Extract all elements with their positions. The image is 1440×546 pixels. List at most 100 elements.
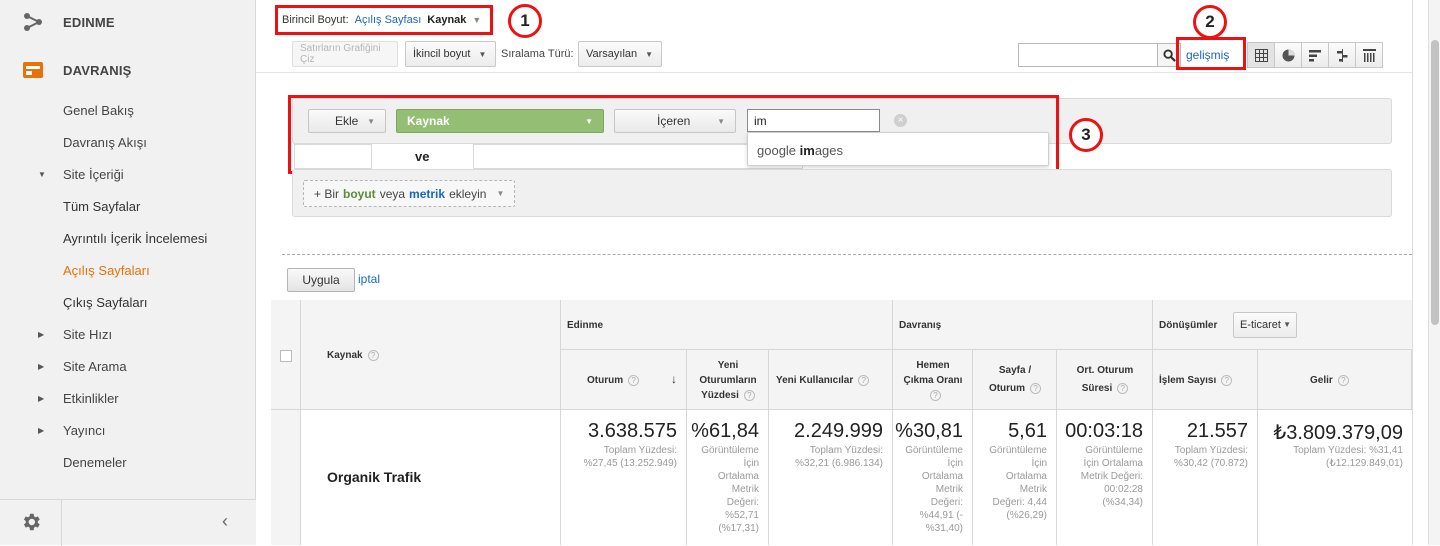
collapse-sidebar-icon[interactable]: ‹ [222, 511, 228, 532]
cell-value: 3.638.575 [588, 420, 677, 442]
apply-button[interactable]: Uygula [287, 268, 355, 292]
help-icon[interactable]: ? [1221, 375, 1233, 386]
sidebar-item-all-pages[interactable]: Tüm Sayfalar [0, 194, 256, 218]
performance-view-button[interactable] [1301, 42, 1329, 68]
row-source-label[interactable]: Organik Trafik [327, 469, 421, 485]
help-icon[interactable]: ? [1337, 375, 1349, 386]
comparison-view-button[interactable] [1328, 42, 1356, 68]
sidebar-item-label: Site İçeriği [63, 166, 124, 182]
scrollbar-thumb[interactable] [1431, 40, 1439, 325]
note-line: (%34,34) [1102, 497, 1143, 508]
note-line: (%26,29) [1006, 510, 1047, 521]
collapsed-arrow-icon: ▶ [38, 361, 45, 371]
sidebar-item-landing-pages[interactable]: Açılış Sayfaları [0, 258, 256, 282]
note-line: Değeri: [930, 497, 963, 508]
sidebar-item-behavior-flow[interactable]: Davranış Akışı [0, 130, 256, 154]
column-header-avg-duration[interactable]: Ort. Oturum Süresi? [1057, 350, 1153, 410]
group-header-acquisition: Edinme [561, 300, 893, 350]
table-search-input[interactable] [1018, 43, 1158, 67]
column-header-pages-per-session[interactable]: Sayfa / Oturum? [973, 350, 1057, 410]
pivot-view-button[interactable] [1355, 42, 1383, 68]
cancel-link[interactable]: iptal [358, 272, 380, 286]
sidebar-item-site-content[interactable]: ▼ Site İçeriği [0, 162, 256, 186]
divider [61, 500, 62, 546]
divider [256, 72, 1412, 73]
sidebar-item-content-drilldown[interactable]: Ayrıntılı İçerik İncelemesi [0, 226, 256, 250]
sidebar-section-label: DAVRANIŞ [63, 62, 132, 78]
plot-rows-button[interactable]: Satırların Grafiğini Çiz [292, 41, 398, 67]
cell-sessions: 3.638.575 Toplam Yüzdesi: %27,45 (13.252.… [561, 410, 687, 545]
note-line: Görüntüleme [701, 445, 759, 456]
annotation-badge-2: 2 [1193, 5, 1227, 39]
note-line: Ortalama [1005, 471, 1047, 482]
note-line: Görüntüleme [1085, 445, 1143, 456]
cell-transactions: 21.557 Toplam Yüzdesi: %30,42 (70.872) [1153, 410, 1258, 545]
sidebar-item-events[interactable]: ▶ Etkinlikler [0, 386, 256, 410]
sidebar-item-site-speed[interactable]: ▶ Site Hızı [0, 322, 256, 346]
cell-note: Toplam Yüzdesi: %27,45 (13.252.949) [584, 444, 677, 470]
column-label: Yeni [717, 360, 739, 371]
note-line: Toplam Yüzdesi: %31,41 [1293, 445, 1403, 456]
cell-new-sessions: %61,84 Görüntüleme İçin Ortalama Metrik … [687, 410, 769, 545]
column-header-bounce-rate[interactable]: Hemen Çıkma Oranı ? [893, 350, 973, 410]
help-icon[interactable]: ? [930, 389, 941, 401]
sidebar-item-experiments[interactable]: Denemeler [0, 450, 256, 474]
collapsed-arrow-icon: ▶ [38, 329, 45, 339]
cell-value: 5,61 [1008, 420, 1047, 442]
pie-chart-icon [1282, 49, 1294, 61]
sidebar-section-behavior[interactable]: DAVRANIŞ [0, 48, 256, 92]
sidebar-item-label: Site Arama [63, 358, 127, 374]
column-header-transactions[interactable]: İşlem Sayısı? [1153, 350, 1258, 410]
group-header-behavior: Davranış [893, 300, 1153, 350]
help-icon[interactable]: ? [628, 375, 640, 386]
sidebar-item-overview[interactable]: Genel Bakış [0, 98, 256, 122]
column-header-new-sessions[interactable]: Yeni Oturumların Yüzdesi? [687, 350, 769, 410]
divider [1412, 0, 1413, 545]
report-main: Birincil Boyut: Açılış Sayfası Kaynak ▼ … [256, 0, 1440, 545]
gear-icon[interactable] [20, 511, 42, 533]
select-all-checkbox[interactable] [280, 350, 292, 362]
note-line: İçin [743, 458, 759, 469]
annotation-box-3 [288, 95, 1059, 174]
column-label: Oturum [988, 383, 1026, 394]
note-line: Ortalama [717, 471, 759, 482]
scrollbar[interactable] [1428, 0, 1440, 545]
note-line: İçin [947, 458, 963, 469]
acquisition-icon [24, 13, 42, 31]
help-icon[interactable]: ? [743, 389, 755, 401]
help-icon[interactable]: ? [367, 350, 379, 361]
cell-note: Görüntüleme İçin Ortalama Metrik Değeri:… [701, 444, 759, 535]
cell-value: 00:03:18 [1065, 420, 1143, 442]
add-prefix: + Bir [314, 186, 340, 201]
table-view-button[interactable] [1247, 42, 1275, 68]
help-icon[interactable]: ? [1117, 382, 1129, 394]
conversion-type-dropdown[interactable]: E-ticaret ▼ [1233, 312, 1297, 338]
sidebar-item-label: Açılış Sayfaları [63, 262, 150, 278]
column-header-new-users[interactable]: Yeni Kullanıcılar? [769, 350, 893, 410]
help-icon[interactable]: ? [858, 375, 870, 386]
pie-view-button[interactable] [1274, 42, 1302, 68]
note-line: Görüntüleme [905, 445, 963, 456]
sidebar-item-publisher[interactable]: ▶ Yayıncı [0, 418, 256, 442]
cell-avg-duration: 00:03:18 Görüntüleme İçin Ortalama Metri… [1057, 410, 1153, 545]
annotation-box-1 [275, 5, 493, 35]
help-icon[interactable]: ? [1030, 382, 1042, 394]
cell-new-users: 2.249.999 Toplam Yüzdesi: %32,21 (6.986.1… [769, 410, 893, 545]
note-line: Değeri: 4,44 [992, 497, 1047, 508]
cell-revenue: ₺3.809.379,09 Toplam Yüzdesi: %31,41 (₺12… [1258, 410, 1412, 545]
column-header-sessions[interactable]: Oturum? ↓ [561, 350, 687, 410]
sidebar-item-site-search[interactable]: ▶ Site Arama [0, 354, 256, 378]
cell-note: Görüntüleme İçin Ortalama Metrik Değeri:… [989, 444, 1047, 522]
note-line: Toplam Yüzdesi: [603, 445, 677, 456]
sidebar-section-label: EDINME [63, 14, 115, 30]
column-header-revenue[interactable]: Gelir? [1258, 350, 1412, 410]
add-dimension-or-metric-button[interactable]: + Bir boyut veya metrik ekleyin ▼ [303, 180, 516, 207]
table-grid-icon [1254, 48, 1268, 62]
note-line: İçin [1031, 458, 1047, 469]
sort-descending-icon[interactable]: ↓ [671, 372, 677, 386]
sort-type-dropdown[interactable]: Varsayılan ▼ [578, 41, 662, 67]
column-header-source[interactable]: Kaynak? [301, 300, 561, 410]
secondary-dimension-dropdown[interactable]: İkincil boyut ▼ [405, 41, 496, 67]
sidebar-item-exit-pages[interactable]: Çıkış Sayfaları [0, 290, 256, 314]
sidebar-section-acquisition[interactable]: EDINME [0, 0, 256, 44]
